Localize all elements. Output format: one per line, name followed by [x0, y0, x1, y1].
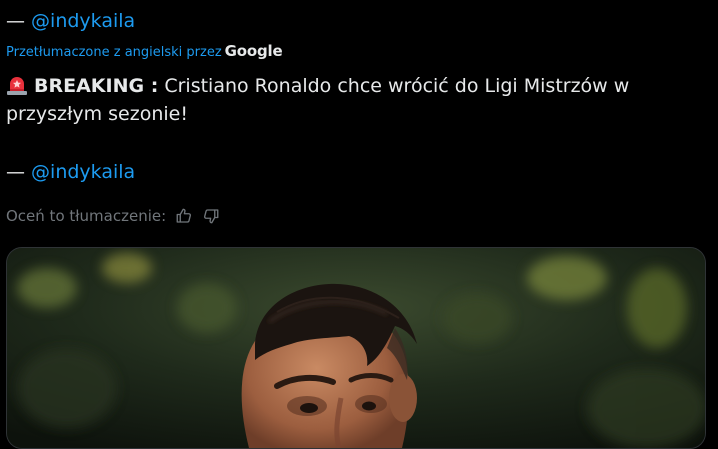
- thumbs-up-icon[interactable]: [175, 207, 193, 225]
- translated-by-label: Przetłumaczone z angielski przez: [6, 45, 222, 60]
- tweet-top-signature: — @indykaila: [6, 9, 135, 33]
- tweet-text: BREAKING : Cristiano Ronaldo chce wrócić…: [6, 72, 706, 128]
- signature-dash: —: [6, 10, 32, 32]
- mention-link[interactable]: @indykaila: [31, 10, 135, 32]
- police-light-icon: [7, 77, 27, 95]
- breaking-label: BREAKING :: [34, 75, 159, 97]
- rate-translation-label: Oceń to tłumaczenie:: [6, 207, 167, 225]
- rate-translation: Oceń to tłumaczenie:: [6, 205, 220, 227]
- tweet-bottom-signature: — @indykaila: [6, 160, 135, 184]
- tweet-media-photo[interactable]: [6, 247, 706, 449]
- mention-link[interactable]: @indykaila: [31, 161, 135, 183]
- google-logo: Google: [224, 42, 283, 60]
- translation-attribution[interactable]: Przetłumaczone z angielski przez Google: [6, 42, 283, 62]
- football-player-photo: [7, 248, 705, 448]
- thumbs-down-icon[interactable]: [202, 207, 220, 225]
- signature-dash: —: [6, 161, 32, 183]
